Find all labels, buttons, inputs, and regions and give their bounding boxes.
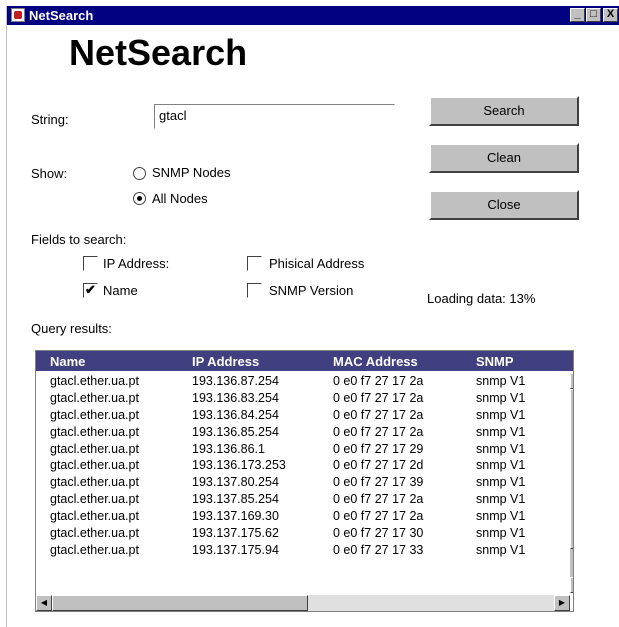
minimize-button[interactable]: _ <box>570 8 585 22</box>
show-label: Show: <box>31 166 68 181</box>
cell-name: gtacl.ether.ua.pt <box>50 475 139 490</box>
checkbox-snmp-version[interactable] <box>247 283 262 298</box>
table-row[interactable]: gtacl.ether.ua.pt 193.136.84.254 0 e0 f7 2… <box>36 407 573 424</box>
checkbox-ip-address-label: IP Address: <box>103 256 170 271</box>
cell-snmp: snmp V1 <box>476 542 526 557</box>
table-row[interactable]: gtacl.ether.ua.pt 193.137.85.254 0 e0 f7 2… <box>36 491 573 508</box>
results-table: Name IP Address MAC Address SNMP gtacl.e… <box>35 350 574 612</box>
column-header-mac[interactable]: MAC Address <box>333 354 418 369</box>
close-button[interactable]: Close <box>429 190 579 220</box>
cell-name: gtacl.ether.ua.pt <box>50 509 139 524</box>
vertical-scrollbar[interactable]: ▲ ▼ <box>570 373 573 593</box>
cell-ip: 193.136.86.1 <box>192 441 265 456</box>
search-button[interactable]: Search <box>429 96 579 126</box>
cell-name: gtacl.ether.ua.pt <box>50 390 139 405</box>
cell-mac: 0 e0 f7 27 17 2a <box>333 424 424 439</box>
radio-all-nodes[interactable] <box>133 192 146 205</box>
horizontal-scroll-thumb[interactable] <box>52 595 308 611</box>
cell-mac: 0 e0 f7 27 17 2a <box>333 390 424 405</box>
cell-mac: 0 e0 f7 27 17 2a <box>333 492 424 507</box>
cell-snmp: snmp V1 <box>476 424 526 439</box>
table-row[interactable]: gtacl.ether.ua.pt 193.136.83.254 0 e0 f7 2… <box>36 390 573 407</box>
checkbox-name-label: Name <box>103 283 138 298</box>
cell-snmp: snmp V1 <box>476 374 526 388</box>
cell-snmp: snmp V1 <box>476 458 526 473</box>
loading-status: Loading data: 13% <box>427 291 536 306</box>
cell-ip: 193.137.175.62 <box>192 526 279 541</box>
cell-ip: 193.137.175.94 <box>192 542 279 557</box>
cell-name: gtacl.ether.ua.pt <box>50 526 139 541</box>
cell-mac: 0 e0 f7 27 17 33 <box>333 542 424 557</box>
cell-name: gtacl.ether.ua.pt <box>50 374 139 388</box>
app-icon <box>11 8 25 22</box>
column-header-ip[interactable]: IP Address <box>192 354 259 369</box>
table-row[interactable]: gtacl.ether.ua.pt 193.137.80.254 0 e0 f7 2… <box>36 474 573 491</box>
scroll-left-button[interactable]: ◀ <box>36 595 52 611</box>
app-heading: NetSearch <box>69 32 248 73</box>
checkbox-physical-address[interactable] <box>247 256 262 271</box>
checkbox-name[interactable]: ✔ <box>83 283 98 298</box>
table-row[interactable]: gtacl.ether.ua.pt 193.137.175.62 0 e0 f7 2… <box>36 525 573 542</box>
cell-name: gtacl.ether.ua.pt <box>50 542 139 557</box>
cell-mac: 0 e0 f7 27 17 2a <box>333 509 424 524</box>
horizontal-scrollbar[interactable]: ◀ ▶ <box>36 595 570 611</box>
scroll-up-button[interactable]: ▲ <box>570 373 573 389</box>
close-window-button[interactable]: X <box>603 8 618 22</box>
table-row[interactable]: gtacl.ether.ua.pt 193.136.173.253 0 e0 f7 … <box>36 457 573 474</box>
cell-snmp: snmp V1 <box>476 441 526 456</box>
cell-name: gtacl.ether.ua.pt <box>50 458 139 473</box>
cell-mac: 0 e0 f7 27 17 39 <box>333 475 424 490</box>
cell-ip: 193.137.169.30 <box>192 509 279 524</box>
cell-name: gtacl.ether.ua.pt <box>50 492 139 507</box>
vertical-scroll-thumb[interactable] <box>570 389 573 549</box>
checkbox-snmp-version-label: SNMP Version <box>269 283 354 298</box>
clean-button[interactable]: Clean <box>429 143 579 173</box>
table-row[interactable]: gtacl.ether.ua.pt 193.137.169.30 0 e0 f7 2… <box>36 508 573 525</box>
column-header-name[interactable]: Name <box>50 354 85 369</box>
cell-ip: 193.137.80.254 <box>192 475 279 490</box>
cell-ip: 193.137.85.254 <box>192 492 279 507</box>
table-header: Name IP Address MAC Address SNMP <box>36 351 573 371</box>
cell-snmp: snmp V1 <box>476 407 526 422</box>
column-header-snmp[interactable]: SNMP <box>476 354 514 369</box>
cell-mac: 0 e0 f7 27 17 30 <box>333 526 424 541</box>
checkbox-physical-address-label: Phisical Address <box>269 256 365 271</box>
cell-ip: 193.136.85.254 <box>192 424 279 439</box>
cell-ip: 193.136.173.253 <box>192 458 286 473</box>
cell-mac: 0 e0 f7 27 17 2d <box>333 458 424 473</box>
cell-snmp: snmp V1 <box>476 492 526 507</box>
cell-ip: 193.136.87.254 <box>192 374 279 388</box>
table-body: gtacl.ether.ua.pt 193.136.87.254 0 e0 f7 2… <box>36 373 573 559</box>
cell-mac: 0 e0 f7 27 17 2a <box>333 374 424 388</box>
query-results-label: Query results: <box>31 321 112 336</box>
checkbox-ip-address[interactable] <box>83 256 98 271</box>
scroll-right-button[interactable]: ▶ <box>554 595 570 611</box>
table-row[interactable]: gtacl.ether.ua.pt 193.136.85.254 0 e0 f7 2… <box>36 424 573 441</box>
scroll-down-button[interactable]: ▼ <box>570 577 573 593</box>
table-row[interactable]: gtacl.ether.ua.pt 193.136.86.1 0 e0 f7 27 … <box>36 441 573 458</box>
window-title: NetSearch <box>29 8 94 23</box>
maximize-button[interactable]: □ <box>586 8 601 22</box>
netsearch-window: NetSearch _ □ X NetSearch String: gtacl … <box>6 6 619 627</box>
cell-name: gtacl.ether.ua.pt <box>50 424 139 439</box>
cell-name: gtacl.ether.ua.pt <box>50 441 139 456</box>
search-input[interactable]: gtacl <box>154 104 395 129</box>
table-row[interactable]: gtacl.ether.ua.pt 193.136.87.254 0 e0 f7 2… <box>36 373 573 390</box>
string-label: String: <box>31 112 69 127</box>
cell-mac: 0 e0 f7 27 17 29 <box>333 441 424 456</box>
cell-snmp: snmp V1 <box>476 526 526 541</box>
cell-name: gtacl.ether.ua.pt <box>50 407 139 422</box>
cell-snmp: snmp V1 <box>476 390 526 405</box>
title-bar[interactable]: NetSearch _ □ X <box>7 6 619 25</box>
radio-snmp-nodes[interactable] <box>133 167 146 180</box>
radio-snmp-nodes-label: SNMP Nodes <box>152 165 231 180</box>
cell-snmp: snmp V1 <box>476 509 526 524</box>
table-row[interactable]: gtacl.ether.ua.pt 193.137.175.94 0 e0 f7 2… <box>36 542 573 559</box>
cell-mac: 0 e0 f7 27 17 2a <box>333 407 424 422</box>
fields-label: Fields to search: <box>31 232 127 247</box>
cell-snmp: snmp V1 <box>476 475 526 490</box>
radio-all-nodes-label: All Nodes <box>152 191 208 206</box>
cell-ip: 193.136.84.254 <box>192 407 279 422</box>
cell-ip: 193.136.83.254 <box>192 390 279 405</box>
